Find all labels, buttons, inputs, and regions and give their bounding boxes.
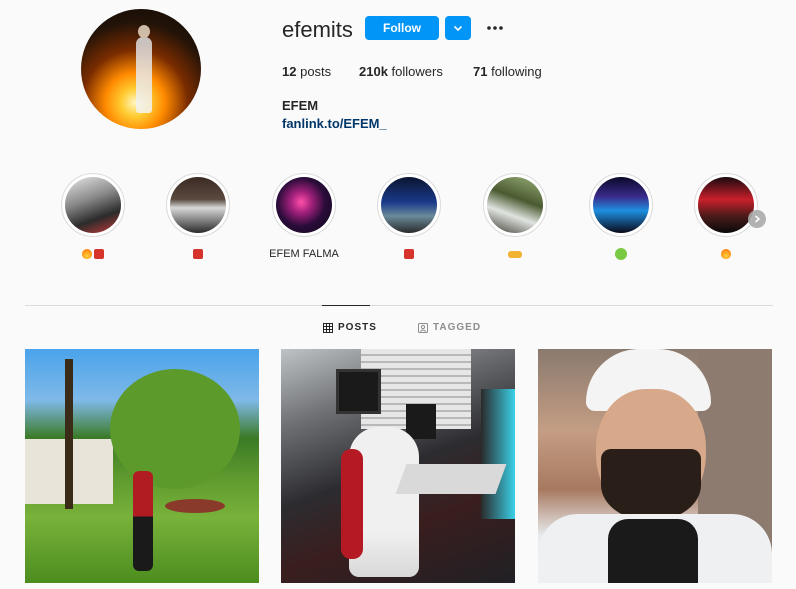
beard bbox=[601, 449, 701, 521]
following-count[interactable]: 71 following bbox=[473, 64, 542, 79]
grid-icon bbox=[323, 322, 333, 333]
highlight-5[interactable] bbox=[483, 173, 547, 237]
chevron-right-icon bbox=[755, 215, 761, 223]
tree bbox=[110, 369, 240, 489]
suggested-accounts-button[interactable] bbox=[445, 16, 471, 40]
profile-avatar[interactable] bbox=[81, 9, 201, 129]
highlight-5-label bbox=[460, 248, 570, 260]
tagged-icon bbox=[418, 322, 428, 333]
followers-count-label: followers bbox=[391, 64, 443, 79]
highlight-thumbnail bbox=[381, 177, 437, 233]
highlight-thumbnail bbox=[276, 177, 332, 233]
speaker bbox=[406, 404, 436, 439]
bio-link[interactable]: fanlink.to/EFEM_ bbox=[282, 116, 387, 131]
tab-posts-label: POSTS bbox=[338, 322, 377, 333]
fire-icon bbox=[82, 249, 92, 260]
post-thumbnail-2[interactable] bbox=[281, 349, 515, 583]
highlight-2-label bbox=[143, 248, 253, 260]
username: efemits bbox=[282, 17, 353, 42]
highlight-thumbnail bbox=[698, 177, 754, 233]
hundred-icon bbox=[193, 249, 203, 260]
posts-count-value: 12 bbox=[282, 64, 297, 79]
highlight-thumbnail bbox=[593, 177, 649, 233]
handshake-icon bbox=[508, 250, 522, 258]
post-thumbnail-3[interactable] bbox=[538, 349, 772, 583]
red-chair bbox=[341, 449, 363, 559]
highlight-1-label bbox=[38, 248, 148, 260]
more-options-button[interactable] bbox=[484, 17, 506, 39]
tab-posts[interactable]: POSTS bbox=[323, 322, 377, 333]
hundred-icon bbox=[404, 249, 414, 260]
highlight-thumbnail bbox=[65, 177, 121, 233]
highlight-7-label bbox=[671, 248, 781, 260]
blue-light bbox=[481, 389, 515, 519]
tree-trunk bbox=[65, 359, 73, 509]
highlight-6[interactable] bbox=[589, 173, 653, 237]
tab-tagged-label: TAGGED bbox=[433, 322, 482, 333]
fire-icon bbox=[721, 249, 731, 260]
highlight-4[interactable] bbox=[377, 173, 441, 237]
followers-count[interactable]: 210k followers bbox=[359, 64, 443, 79]
tab-tagged[interactable]: TAGGED bbox=[418, 322, 481, 333]
active-tab-indicator bbox=[322, 305, 370, 306]
tabs-divider bbox=[25, 305, 773, 306]
highlight-7[interactable] bbox=[694, 173, 758, 237]
money-face-icon bbox=[615, 248, 627, 261]
highlights-next-button[interactable] bbox=[748, 210, 766, 228]
ellipsis-icon bbox=[487, 26, 503, 30]
shirt bbox=[608, 519, 698, 583]
hundred-icon bbox=[94, 249, 104, 260]
desk bbox=[395, 464, 507, 494]
highlight-thumbnail bbox=[170, 177, 226, 233]
followers-count-value: 210k bbox=[359, 64, 388, 79]
person bbox=[133, 471, 153, 571]
highlight-thumbnail bbox=[487, 177, 543, 233]
highlight-3-label: EFEM FALMA bbox=[269, 248, 339, 260]
highlight-3[interactable] bbox=[272, 173, 336, 237]
following-count-value: 71 bbox=[473, 64, 488, 79]
flower-bed bbox=[165, 499, 225, 513]
highlight-4-label bbox=[354, 248, 464, 260]
post-thumbnail-1[interactable] bbox=[25, 349, 259, 583]
posts-count: 12 posts bbox=[282, 64, 331, 79]
highlight-6-label bbox=[566, 248, 676, 261]
highlight-1[interactable] bbox=[61, 173, 125, 237]
following-count-label: following bbox=[491, 64, 542, 79]
chevron-down-icon bbox=[453, 25, 463, 32]
avatar-figure bbox=[136, 25, 152, 113]
full-name: EFEM bbox=[282, 98, 319, 113]
highlight-2[interactable] bbox=[166, 173, 230, 237]
speaker bbox=[336, 369, 381, 414]
posts-count-label: posts bbox=[300, 64, 332, 79]
follow-button[interactable]: Follow bbox=[365, 16, 439, 40]
